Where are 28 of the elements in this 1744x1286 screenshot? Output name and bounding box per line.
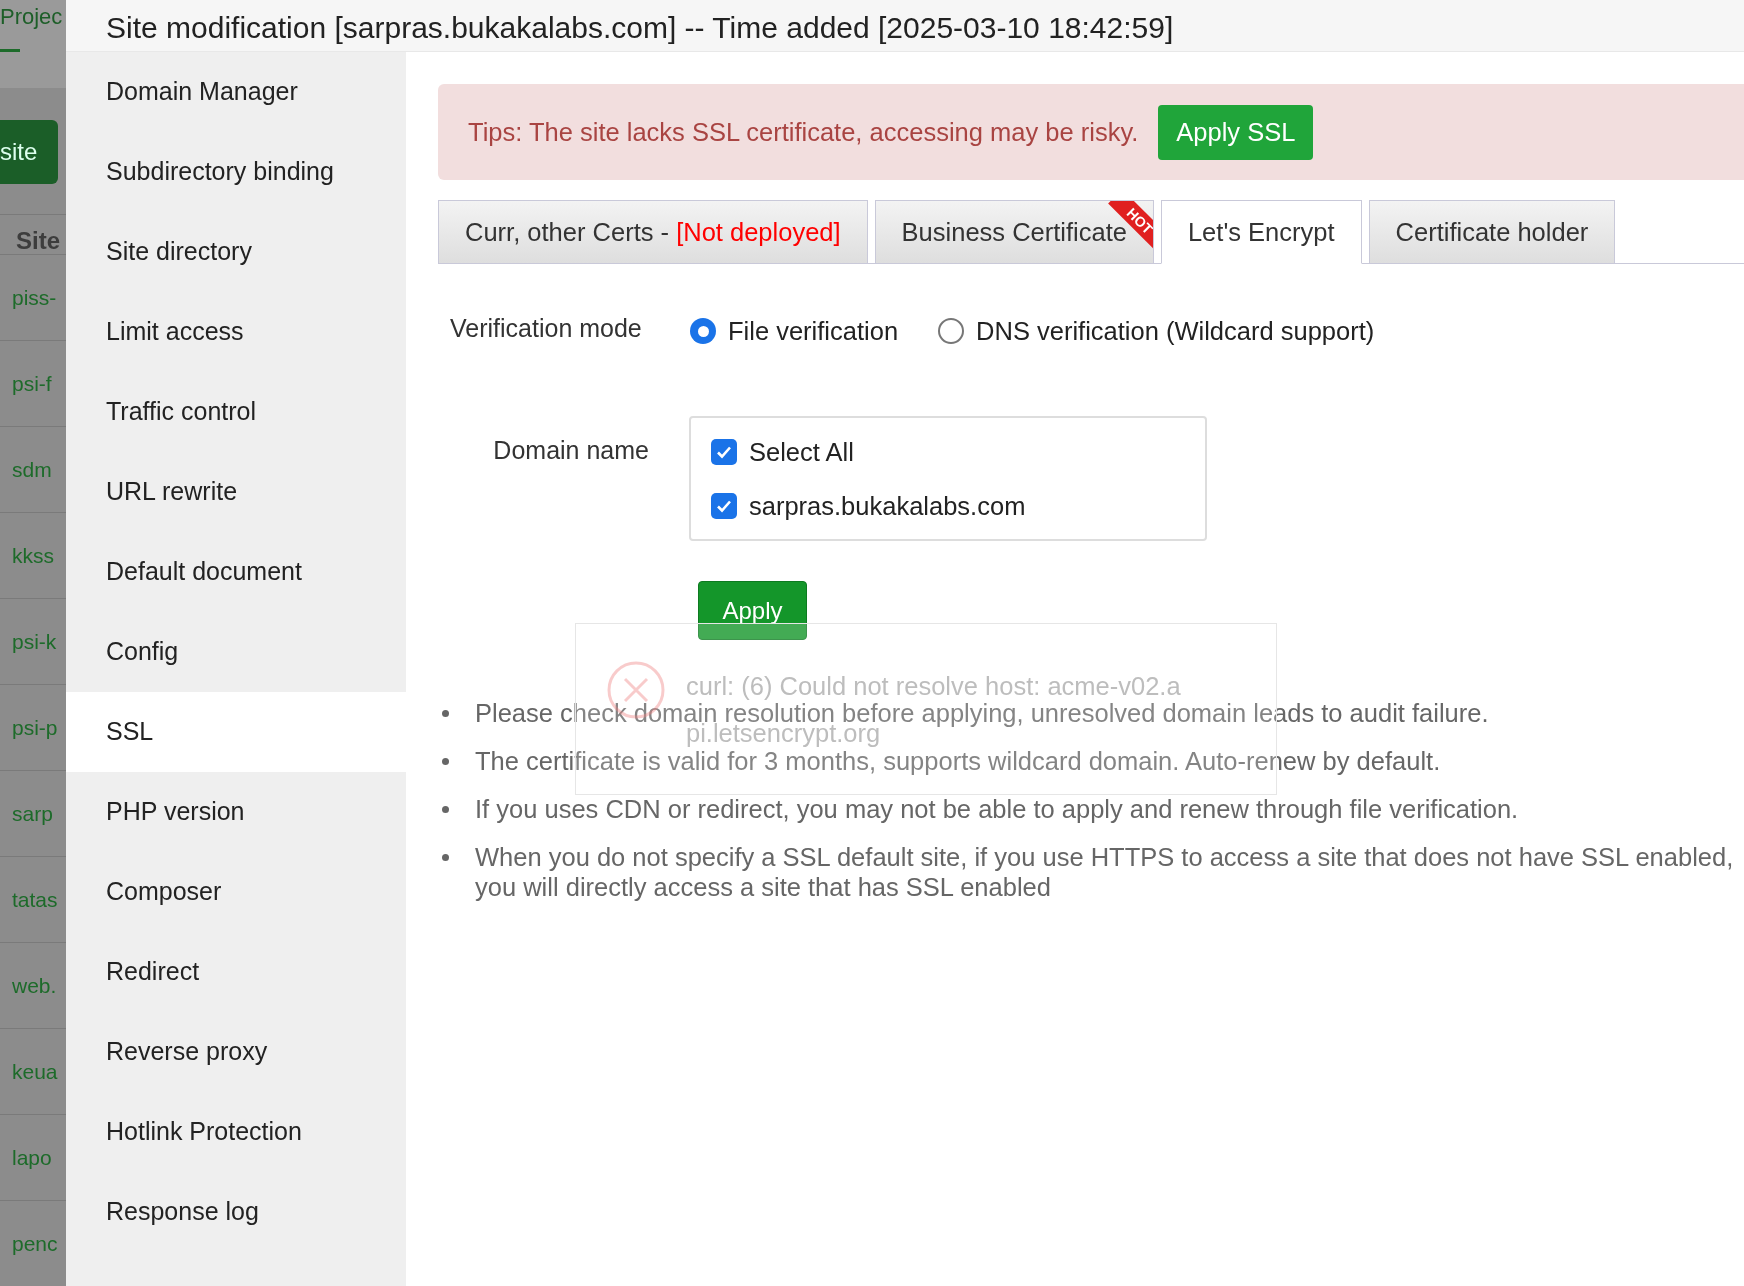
field-label: Verification mode	[450, 313, 643, 345]
radio-label[interactable]: File verification	[728, 312, 899, 351]
bullet-icon	[442, 710, 449, 718]
sidebar-item[interactable]: SSL	[66, 692, 406, 772]
note-text: The certificate is valid for 3 months, supports wildcard domain. Auto-renew by default.	[475, 747, 1441, 777]
bullet-icon	[442, 806, 449, 814]
apply-button[interactable]: Apply	[698, 581, 807, 641]
radio-label[interactable]: DNS verification (Wildcard support)	[976, 312, 1375, 351]
note-text: If you uses CDN or redirect, you may not be able to apply and renew through file verification.	[475, 794, 1519, 825]
radio-button[interactable]	[938, 318, 965, 345]
page-title: Projec	[0, 3, 63, 31]
add-site-button[interactable]: site	[0, 120, 58, 185]
bullet-icon	[442, 854, 449, 862]
tab[interactable]: Let's Encrypt	[1160, 200, 1362, 264]
dialog-title: Site modification [sarpras.bukakalabs.com] -- Time added [2025-03-10 18:42:59]	[106, 13, 1174, 43]
tab[interactable]: Curr, other Certs - [Not deployed]	[438, 200, 868, 264]
checkbox[interactable]	[711, 438, 737, 465]
checkbox[interactable]	[711, 492, 737, 519]
column-header: Site	[16, 227, 60, 254]
tab[interactable]: Certificate holder	[1368, 200, 1616, 264]
bullet-icon	[442, 758, 449, 766]
radio-button[interactable]	[690, 318, 716, 345]
checkbox-label[interactable]: Select All	[749, 432, 854, 471]
alert-text: Tips: The site lacks SSL certificate, accessing may be risky.	[468, 116, 1139, 148]
checkbox-label[interactable]: sarpras.bukakalabs.com	[749, 486, 1026, 525]
note-text: When you do not specify a SSL default site, if you use HTTPS to access a site that does not have SSL enabled, you will directly access a site that has SSL enabled	[475, 842, 1734, 903]
field-label: Domain name	[492, 435, 650, 467]
toast-message-line: curl: (6) Could not resolve host: acme-v02.a	[686, 673, 1181, 699]
